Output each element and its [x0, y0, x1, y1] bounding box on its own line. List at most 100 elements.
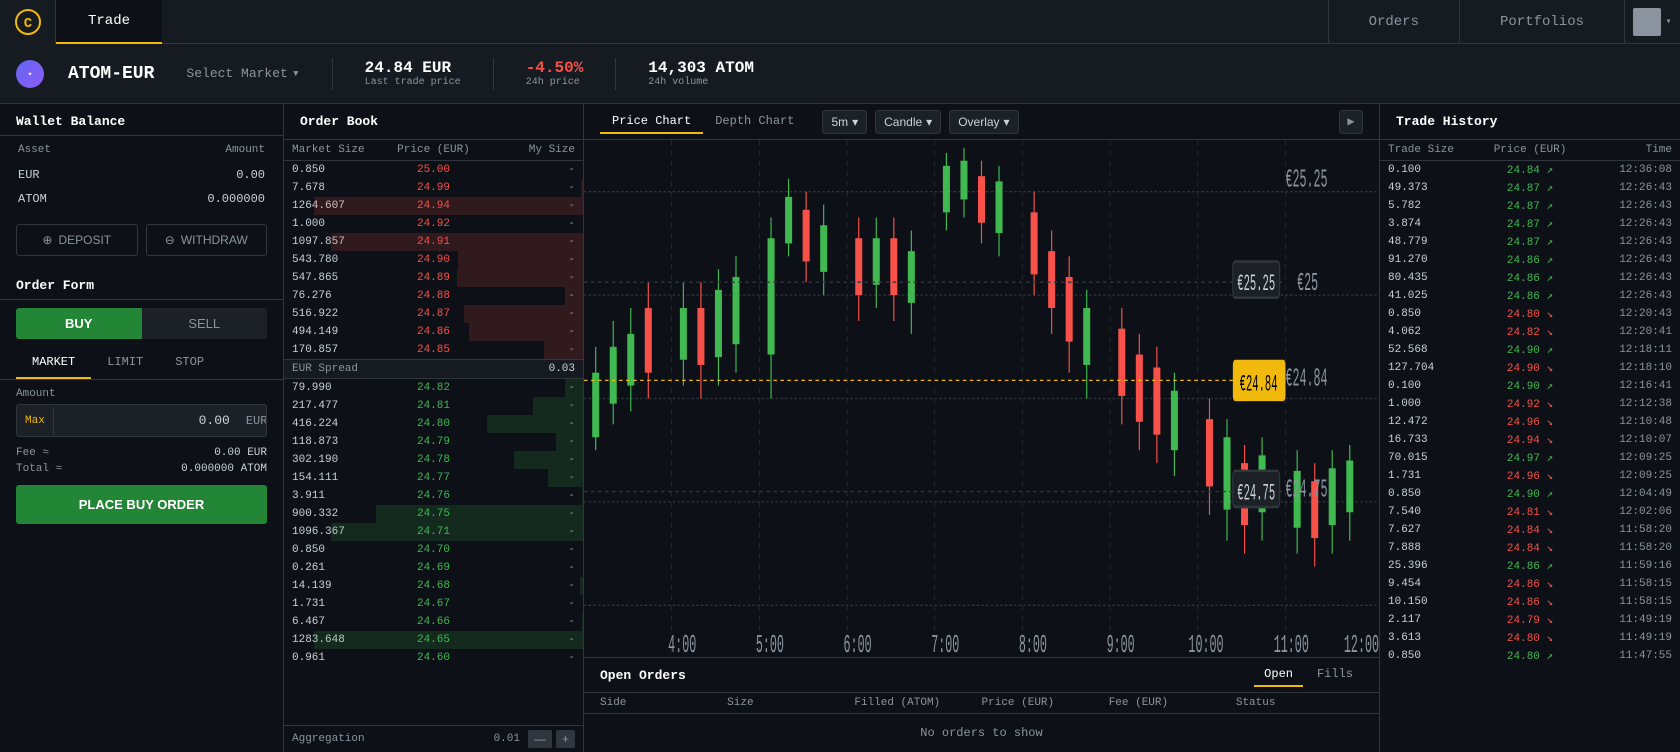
market-order-tab[interactable]: MARKET	[16, 347, 91, 379]
wallet-row: ATOM0.000000	[2, 188, 281, 210]
ask-row[interactable]: 494.149 24.86 -	[284, 323, 583, 341]
order-book-header: Order Book	[284, 104, 583, 140]
chart-controls: 5m ▾ Candle ▾ Overlay ▾	[814, 110, 1026, 134]
open-orders-header: Open Orders Open Fills	[584, 657, 1379, 693]
bid-row[interactable]: 217.477 24.81 -	[284, 397, 583, 415]
nav-portfolios-link[interactable]: Portfolios	[1459, 0, 1624, 44]
ask-row[interactable]: 547.865 24.89 -	[284, 269, 583, 287]
deposit-button[interactable]: ⊕ DEPOSIT	[16, 224, 138, 256]
change-24h-value: -4.50%	[526, 59, 584, 77]
oo-col-fee: Fee (EUR)	[1109, 697, 1236, 709]
currency-label: EUR	[238, 406, 267, 436]
stop-order-tab[interactable]: STOP	[159, 347, 220, 379]
overlay-button[interactable]: Overlay ▾	[949, 110, 1018, 134]
trade-history-row: 0.100 24.84 ↗ 12:36:08	[1380, 161, 1680, 179]
logo[interactable]: C	[0, 0, 56, 44]
amount-label: Amount	[16, 388, 267, 400]
ask-row[interactable]: 1.000 24.92 -	[284, 215, 583, 233]
trade-history-row: 41.025 24.86 ↗ 12:26:43	[1380, 287, 1680, 305]
candle-button[interactable]: Candle ▾	[875, 110, 941, 134]
wallet-actions: ⊕ DEPOSIT ⊖ WITHDRAW	[0, 212, 283, 268]
nav-trade-tab[interactable]: Trade	[56, 0, 162, 44]
th-col-size: Trade Size	[1388, 144, 1483, 156]
bid-row[interactable]: 154.111 24.77 -	[284, 469, 583, 487]
bid-row[interactable]: 6.467 24.66 -	[284, 613, 583, 631]
trade-history-row: 49.373 24.87 ↗ 12:26:43	[1380, 179, 1680, 197]
ask-row[interactable]: 1264.607 24.94 -	[284, 197, 583, 215]
open-orders-empty: No orders to show	[584, 714, 1379, 752]
select-market-button[interactable]: Select Market ▾	[186, 66, 299, 81]
withdraw-button[interactable]: ⊖ WITHDRAW	[146, 224, 268, 256]
left-sidebar: Wallet Balance Asset Amount EUR0.00ATOM0…	[0, 104, 284, 752]
agg-increase-button[interactable]: +	[556, 730, 575, 748]
bid-row[interactable]: 0.261 24.69 -	[284, 559, 583, 577]
aggregation-row: Aggregation 0.01 — +	[284, 725, 583, 752]
price-chart-tab[interactable]: Price Chart	[600, 110, 703, 134]
top-nav: C Trade Orders Portfolios ▾	[0, 0, 1680, 44]
ask-row[interactable]: 76.276 24.88 -	[284, 287, 583, 305]
spread-row: EUR Spread 0.03	[284, 359, 583, 379]
price-label-2475: €24.75	[1285, 476, 1327, 506]
max-link[interactable]: Max	[17, 407, 54, 435]
depth-chart-tab[interactable]: Depth Chart	[703, 110, 806, 134]
last-price-value: 24.84 EUR	[365, 59, 461, 77]
amount-input-row: Max EUR	[16, 404, 267, 437]
sell-tab[interactable]: SELL	[142, 308, 268, 339]
trade-history-row: 10.150 24.86 ↘ 11:58:15	[1380, 593, 1680, 611]
ask-row[interactable]: 0.850 25.00 -	[284, 161, 583, 179]
oo-col-side: Side	[600, 697, 727, 709]
nav-avatar[interactable]: ▾	[1624, 0, 1680, 44]
chevron-down-icon: ▾	[852, 115, 858, 129]
trade-history-row: 80.435 24.86 ↗ 12:26:43	[1380, 269, 1680, 287]
change-24h-label: 24h price	[526, 77, 584, 88]
bid-row[interactable]: 302.190 24.78 -	[284, 451, 583, 469]
candle-label: Candle	[884, 115, 922, 129]
play-button[interactable]: ▶	[1339, 110, 1363, 134]
trade-history-rows: 0.100 24.84 ↗ 12:36:08 49.373 24.87 ↗ 12…	[1380, 161, 1680, 752]
price-chart-svg: €25.25 €25 €24.84 €24.75 €24.84 €25.25 €…	[584, 140, 1379, 657]
bid-row[interactable]: 1.731 24.67 -	[284, 595, 583, 613]
change-24h-stat: -4.50% 24h price	[526, 59, 584, 88]
agg-decrease-button[interactable]: —	[528, 730, 552, 748]
trade-history-row: 5.782 24.87 ↗ 12:26:43	[1380, 197, 1680, 215]
bid-row[interactable]: 0.850 24.70 -	[284, 541, 583, 559]
trade-history-row: 4.062 24.82 ↘ 12:20:41	[1380, 323, 1680, 341]
amount-field: Amount Max EUR	[0, 380, 283, 445]
ask-row[interactable]: 1097.857 24.91 -	[284, 233, 583, 251]
fills-tab[interactable]: Fills	[1307, 663, 1363, 687]
market-icon: ✦	[16, 60, 44, 88]
amount-input[interactable]	[54, 405, 238, 436]
trade-history-row: 1.000 24.92 ↘ 12:12:38	[1380, 395, 1680, 413]
bid-row[interactable]: 14.139 24.68 -	[284, 577, 583, 595]
plus-icon: ⊕	[42, 233, 52, 247]
aggregation-buttons: — +	[528, 730, 575, 748]
time-10: 10:00	[1188, 631, 1223, 657]
trade-history: Trade History Trade Size Price (EUR) Tim…	[1380, 104, 1680, 752]
open-tab[interactable]: Open	[1254, 663, 1303, 687]
bid-row[interactable]: 0.961 24.60 -	[284, 649, 583, 667]
fee-row: Fee ≈ 0.00 EUR	[0, 445, 283, 461]
limit-order-tab[interactable]: LIMIT	[91, 347, 159, 379]
svg-text:C: C	[23, 16, 32, 32]
nav-orders-link[interactable]: Orders	[1328, 0, 1459, 44]
bid-row[interactable]: 1096.367 24.71 -	[284, 523, 583, 541]
ask-row[interactable]: 543.780 24.90 -	[284, 251, 583, 269]
trade-history-row: 7.540 24.81 ↘ 12:02:06	[1380, 503, 1680, 521]
bid-row[interactable]: 118.873 24.79 -	[284, 433, 583, 451]
bid-row[interactable]: 416.224 24.80 -	[284, 415, 583, 433]
place-buy-order-button[interactable]: PLACE BUY ORDER	[16, 485, 267, 524]
time-5: 5:00	[756, 631, 784, 657]
ask-row[interactable]: 516.922 24.87 -	[284, 305, 583, 323]
buy-tab[interactable]: BUY	[16, 308, 142, 339]
ask-row[interactable]: 7.678 24.99 -	[284, 179, 583, 197]
total-label: Total ≈	[16, 463, 62, 475]
ask-row[interactable]: 170.857 24.85 -	[284, 341, 583, 359]
bid-row[interactable]: 79.990 24.82 -	[284, 379, 583, 397]
interval-button[interactable]: 5m ▾	[822, 110, 867, 134]
wallet-balance-title: Wallet Balance	[0, 104, 283, 136]
trade-history-row: 3.874 24.87 ↗ 12:26:43	[1380, 215, 1680, 233]
svg-text:€25.25: €25.25	[1237, 272, 1275, 298]
bid-row[interactable]: 900.332 24.75 -	[284, 505, 583, 523]
bid-row[interactable]: 1283.648 24.65 -	[284, 631, 583, 649]
bid-row[interactable]: 3.911 24.76 -	[284, 487, 583, 505]
